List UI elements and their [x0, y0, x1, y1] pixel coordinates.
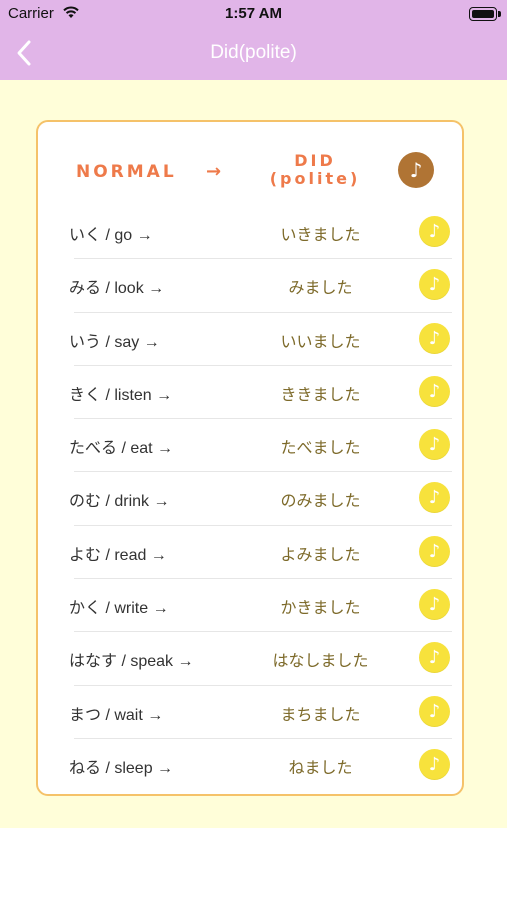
normal-form: のむ / drink → — [69, 493, 170, 511]
page-title: Did(polite) — [210, 42, 297, 63]
polite-past-form: いきました — [280, 225, 361, 244]
normal-form: たべる / eat → — [69, 440, 174, 458]
list-item: のむ / drink → のみました ♪ — [38, 472, 462, 526]
polite-past-form: まちました — [280, 704, 361, 724]
conjugation-card: NORMAL → DID (polite) ♪ いく / go → いきました … — [36, 120, 464, 796]
list-item: よむ / read → よみました ♪ — [38, 526, 462, 580]
polite-past-form: ききました — [280, 384, 361, 404]
play-music-note-icon[interactable]: ♪ — [419, 748, 450, 780]
list-item: いく / go → いきました ♪ — [38, 206, 462, 260]
play-music-note-icon[interactable]: ♪ — [419, 216, 450, 247]
play-music-note-icon[interactable]: ♪ — [419, 695, 450, 727]
status-bar: Carrier 1:57 AM — [0, 0, 507, 30]
play-music-note-icon[interactable]: ♪ — [419, 322, 450, 354]
polite-past-form: いいました — [280, 331, 361, 351]
normal-form: まつ / wait → — [69, 706, 164, 724]
content-area: NORMAL → DID (polite) ♪ いく / go → いきました … — [0, 80, 507, 828]
normal-form: はなす / speak → — [69, 653, 194, 671]
normal-form: いう / say → — [69, 333, 160, 351]
polite-past-form: みました — [288, 278, 353, 298]
play-music-note-icon[interactable]: ♪ — [419, 589, 450, 621]
list-item: みる / look → みました ♪ — [38, 259, 462, 313]
list-item: たべる / eat → たべました ♪ — [38, 419, 462, 473]
battery-icon — [469, 7, 501, 21]
list-item: きく / listen → ききました ♪ — [38, 366, 462, 420]
list-item: かく / write → かきました ♪ — [38, 579, 462, 633]
polite-past-form: はなしました — [272, 651, 369, 671]
normal-form: かく / write → — [69, 600, 169, 618]
polite-past-form: ねました — [288, 757, 353, 777]
play-music-note-icon[interactable]: ♪ — [419, 429, 450, 461]
list-item: はなす / speak → はなしました ♪ — [38, 632, 462, 686]
play-music-note-icon[interactable]: ♪ — [419, 535, 450, 567]
conjugation-list: いく / go → いきました ♪ みる / look → みました ♪ いう … — [38, 206, 462, 792]
header-did-label: DID (polite) — [260, 152, 370, 188]
card-header: NORMAL → DID (polite) ♪ — [38, 122, 462, 206]
status-time: 1:57 AM — [225, 5, 282, 22]
polite-past-form: かきました — [280, 598, 361, 618]
play-all-music-note-icon[interactable]: ♪ — [398, 152, 434, 188]
normal-form: いく / go → — [69, 227, 153, 244]
normal-form: ねる / sleep → — [69, 759, 174, 777]
list-item: まつ / wait → まちました ♪ — [38, 686, 462, 739]
header-did-line2: (polite) — [269, 169, 361, 188]
list-item: ねる / sleep → ねました ♪ — [38, 739, 462, 792]
play-music-note-icon[interactable]: ♪ — [419, 642, 450, 674]
normal-form: きく / listen → — [69, 386, 173, 404]
list-item: いう / say → いいました ♪ — [38, 313, 462, 366]
header-arrow: → — [206, 161, 222, 182]
normal-form: みる / look → — [69, 280, 165, 298]
play-music-note-icon[interactable]: ♪ — [419, 482, 450, 514]
play-music-note-icon[interactable]: ♪ — [419, 375, 450, 407]
polite-past-form: たべました — [280, 438, 361, 458]
header-did-line1: DID — [294, 151, 336, 170]
polite-past-form: よみました — [280, 544, 361, 564]
polite-past-form: のみました — [280, 491, 361, 511]
normal-form: よむ / read → — [69, 546, 167, 564]
navigation-bar: Did(polite) — [0, 30, 507, 80]
header-normal-label: NORMAL — [76, 162, 177, 182]
top-bar: Carrier 1:57 AM Did(polite) — [0, 0, 507, 80]
play-music-note-icon[interactable]: ♪ — [419, 269, 450, 301]
